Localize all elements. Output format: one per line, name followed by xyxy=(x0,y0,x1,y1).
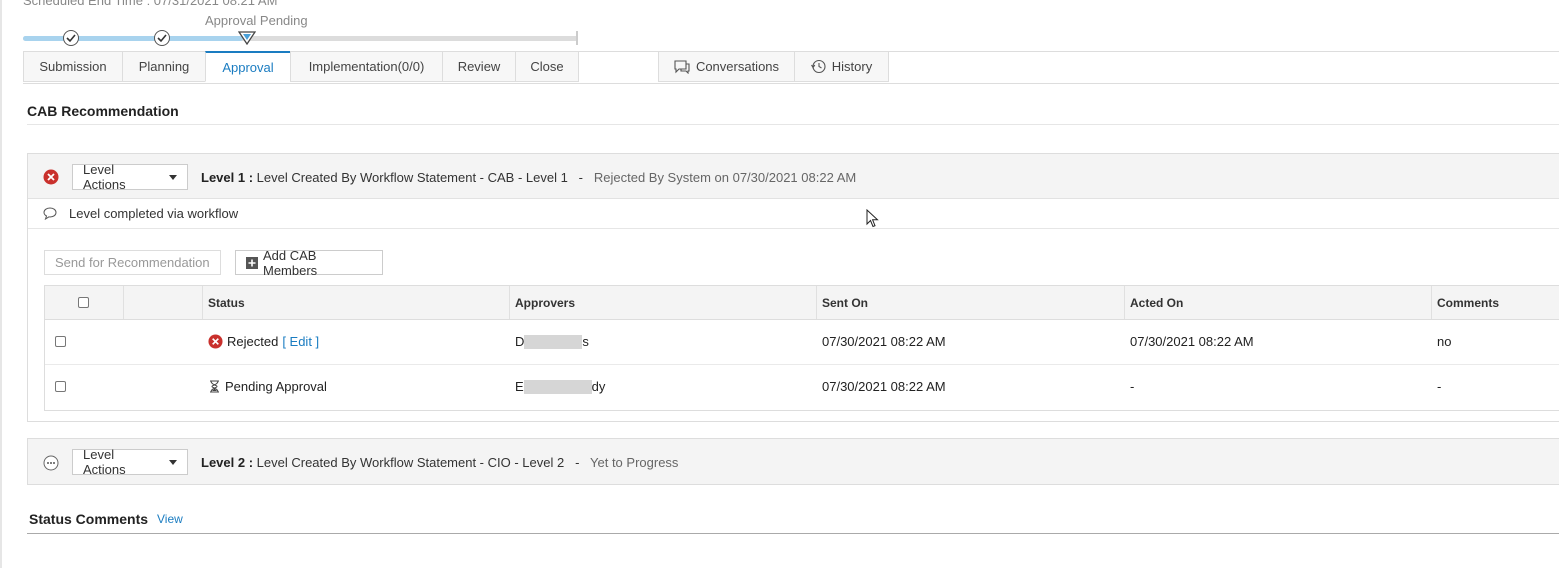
level-1-title: Level 1 : Level Created By Workflow Stat… xyxy=(201,170,856,185)
tab-approval[interactable]: Approval xyxy=(205,51,291,82)
tab-history[interactable]: History xyxy=(794,51,889,82)
cab-recommendation-title: CAB Recommendation xyxy=(27,103,179,119)
row-checkbox[interactable] xyxy=(55,336,66,347)
column-sent-on[interactable]: Sent On xyxy=(822,286,868,319)
caret-down-icon xyxy=(169,459,177,465)
status-comments-title: Status Comments xyxy=(29,511,149,527)
column-divider xyxy=(816,286,817,319)
tab-review[interactable]: Review xyxy=(442,51,516,82)
level-number: Level 2 : xyxy=(201,455,254,470)
tab-close[interactable]: Close xyxy=(515,51,579,82)
approver-ending: s xyxy=(582,334,589,349)
level-number: Level 1 : xyxy=(201,170,254,185)
level-note: Level completed via workflow xyxy=(43,206,238,221)
rejected-icon xyxy=(43,169,59,188)
chat-icon xyxy=(674,59,690,74)
more-circle-icon xyxy=(43,455,59,474)
history-icon xyxy=(810,59,826,74)
column-divider xyxy=(1431,286,1432,319)
column-divider xyxy=(509,286,510,319)
level-1-actions-dropdown[interactable]: Level Actions xyxy=(72,162,188,192)
level-actions-label: Level Actions xyxy=(83,447,126,477)
level-2-title: Level 2 : Level Created By Workflow Stat… xyxy=(201,455,678,470)
tab-submission[interactable]: Submission xyxy=(23,51,123,82)
row-acted-on: 07/30/2021 08:22 AM xyxy=(1130,334,1254,349)
column-acted-on[interactable]: Acted On xyxy=(1130,286,1183,319)
row-sent-on: 07/30/2021 08:22 AM xyxy=(822,334,946,349)
row-comments: no xyxy=(1437,334,1452,349)
approver-initial: E xyxy=(515,379,524,394)
redacted-name xyxy=(524,334,583,349)
level-separator: - xyxy=(575,455,580,470)
add-cab-members-label: Add CAB Members xyxy=(263,247,318,278)
step-complete-icon xyxy=(154,30,170,46)
level-2-actions-dropdown[interactable]: Level Actions xyxy=(72,447,188,477)
approver-initial: D xyxy=(515,334,525,349)
row-approver: Ds xyxy=(515,334,589,349)
level-actions-label: Level Actions xyxy=(83,162,126,192)
level-status: Rejected By System on 07/30/2021 08:22 A… xyxy=(593,170,857,185)
plus-square-icon xyxy=(246,256,258,269)
status-text: Rejected xyxy=(227,334,279,349)
status-comments-view-link[interactable]: View xyxy=(157,512,183,526)
redacted-name xyxy=(523,379,592,394)
progress-fill xyxy=(23,36,243,41)
left-border xyxy=(0,0,2,568)
row-status: Rejected [ Edit ] xyxy=(208,334,319,349)
approver-ending: dy xyxy=(591,379,606,394)
select-all-checkbox[interactable] xyxy=(78,297,89,308)
row-approver: Edy xyxy=(515,379,605,394)
step-complete-icon xyxy=(63,30,79,46)
send-for-recommendation-button[interactable]: Send for Recommendation xyxy=(44,250,221,275)
row-status: Pending Approval xyxy=(209,379,327,394)
rejected-icon xyxy=(208,334,223,349)
level-note-text: Level completed via workflow xyxy=(69,206,239,221)
tab-planning[interactable]: Planning xyxy=(122,51,206,82)
tab-conversations-label: Conversations xyxy=(695,59,780,74)
level-status: Yet to Progress xyxy=(590,455,679,470)
column-divider xyxy=(202,286,203,319)
edit-link[interactable]: [ Edit ] xyxy=(282,334,319,349)
column-divider xyxy=(1124,286,1125,319)
step-current-icon xyxy=(237,31,257,48)
status-text: Pending Approval xyxy=(225,379,327,394)
row-sent-on: 07/30/2021 08:22 AM xyxy=(822,379,946,394)
divider xyxy=(27,533,1559,534)
row-comments: - xyxy=(1437,379,1442,394)
tab-implementation[interactable]: Implementation(0/0) xyxy=(290,51,443,82)
column-status[interactable]: Status xyxy=(208,286,245,319)
divider xyxy=(28,228,1559,229)
mouse-cursor-icon xyxy=(866,208,879,232)
column-approvers[interactable]: Approvers xyxy=(515,286,575,319)
tab-conversations[interactable]: Conversations xyxy=(658,51,795,82)
stage-label: Approval Pending xyxy=(205,13,308,28)
row-acted-on: - xyxy=(1130,379,1135,394)
add-cab-members-button[interactable]: Add CAB Members xyxy=(235,247,383,278)
table-header xyxy=(45,286,1559,320)
progress-end xyxy=(576,31,578,45)
scheduled-end-time: Scheduled End Time : 07/31/2021 08:21 AM xyxy=(23,0,278,8)
level-separator: - xyxy=(578,170,584,185)
tab-history-label: History xyxy=(831,59,873,74)
hourglass-icon xyxy=(209,380,220,393)
divider xyxy=(27,124,1559,125)
caret-down-icon xyxy=(169,174,177,180)
level-name: Level Created By Workflow Statement - CI… xyxy=(256,455,565,470)
row-divider xyxy=(45,364,1559,365)
row-checkbox[interactable] xyxy=(55,381,66,392)
level-name: Level Created By Workflow Statement - CA… xyxy=(256,170,568,185)
column-comments[interactable]: Comments xyxy=(1437,286,1499,319)
column-divider xyxy=(123,286,124,319)
comment-icon xyxy=(43,207,57,220)
